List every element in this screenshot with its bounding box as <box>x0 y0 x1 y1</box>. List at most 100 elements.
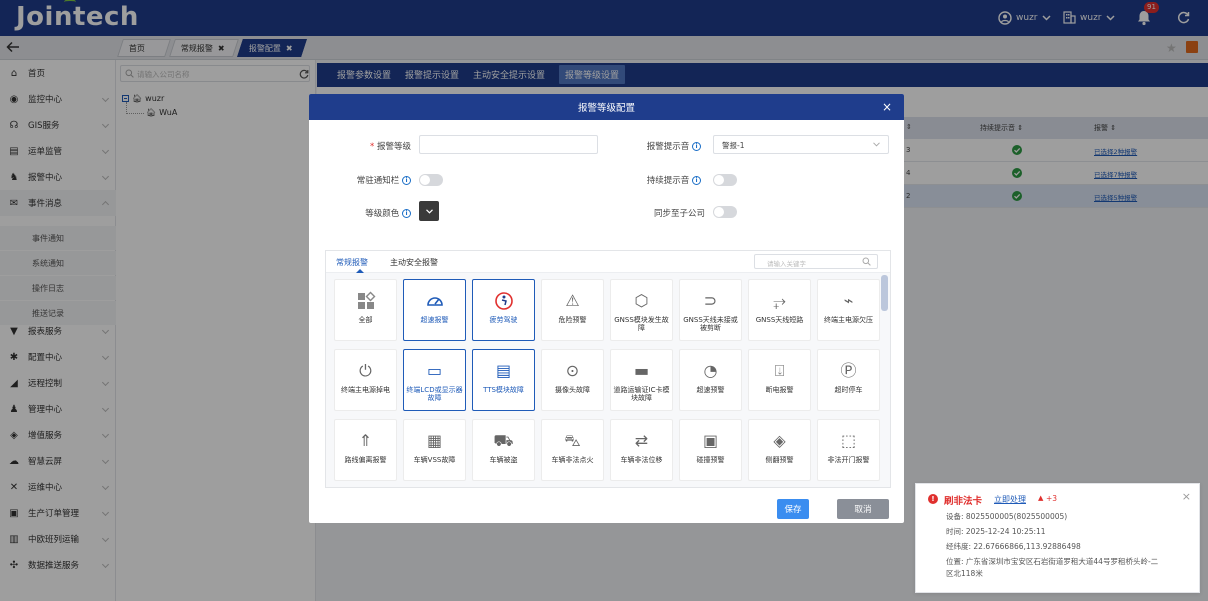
alarm-card-label: 车辆非法位移 <box>620 456 663 464</box>
sound-select[interactable]: 警报-1 <box>713 135 889 154</box>
collision-icon: ▣ <box>702 431 719 450</box>
alarm-card-label: GNSS天线短路 <box>755 316 804 324</box>
alarm-card-label: 超速预警 <box>696 386 725 394</box>
alarm-card[interactable]: ▭ 终端LCD或显示器故障 <box>403 349 466 411</box>
alarm-card[interactable]: ⊃ GNSS天线未接或被剪断 <box>679 279 742 341</box>
alarm-card-label: 超速报警 <box>420 316 449 324</box>
alarm-card[interactable]: 超速报警 <box>403 279 466 341</box>
alarm-card[interactable]: ⛟ 车辆被盗 <box>472 419 535 481</box>
modal-header: 报警等级配置 × <box>309 94 904 120</box>
close-button[interactable]: × <box>882 100 892 114</box>
alarm-card-label: TTS模块故障 <box>483 386 524 394</box>
alarm-card[interactable]: 全部 <box>334 279 397 341</box>
handle-now-link[interactable]: 立即处理 <box>994 494 1026 505</box>
save-button[interactable]: 保存 <box>777 499 809 519</box>
alarm-card[interactable]: ⛍ 车辆非法点火 <box>541 419 604 481</box>
info-icon[interactable]: i <box>402 176 411 185</box>
info-icon[interactable]: i <box>402 209 411 218</box>
panel-tabs: 常规报警 主动安全报警 请输入关键字 <box>326 251 890 273</box>
fatigue-icon <box>493 290 515 312</box>
sync-label-text: 同步至子公司 <box>653 209 705 219</box>
alarm-card-label: 全部 <box>358 316 373 324</box>
alarm-card[interactable]: ▬ 道路运输证IC卡模块故障 <box>610 349 673 411</box>
alarm-card[interactable]: ⚠ 危险预警 <box>541 279 604 341</box>
color-label-text: 等级颜色 <box>365 209 400 219</box>
alarm-level-modal: 报警等级配置 × * 报警等级 报警提示音 i 警报-1 常驻通知栏 i 持续提… <box>309 94 904 523</box>
parking-timeout-icon: Ⓟ <box>840 361 857 380</box>
continuous-field-label: 持续提示音 i <box>609 174 701 186</box>
alarm-card-label: 道路运输证IC卡模块故障 <box>613 386 670 402</box>
info-icon[interactable]: i <box>692 142 701 151</box>
danger-icon: ⚠ <box>565 291 580 310</box>
alarm-card[interactable]: ⌁ 终端主电源欠压 <box>817 279 880 341</box>
alarm-card-label: 摄像头故障 <box>555 386 590 394</box>
alarm-card-label: 车辆被盗 <box>489 456 518 464</box>
alarm-card-label: GNSS模块发生故障 <box>614 316 669 332</box>
antenna-short-icon: ⥅ <box>773 291 786 310</box>
level-label-text: 报警等级 <box>376 142 411 152</box>
location-line: 位置: 广东省深圳市宝安区石岩街道罗租大道44号罗租桥头岭-二 <box>946 557 1159 566</box>
panel-tab-regular[interactable]: 常规报警 <box>336 257 368 268</box>
lnglat-line: 经纬度: 22.67666866,113.92886498 <box>946 542 1081 551</box>
location-line-2: 区北118米 <box>946 569 983 578</box>
alarm-card[interactable]: ⍗ 断电报警 <box>748 349 811 411</box>
device-line: 设备: 8025500005(8025500005) <box>946 512 1068 521</box>
cancel-button[interactable]: 取消 <box>837 499 889 519</box>
alarm-card-label: 终端主电源掉电 <box>341 386 390 394</box>
resident-field-label: 常驻通知栏 i <box>329 174 411 186</box>
tts-fault-icon: ▤ <box>495 361 512 380</box>
alert-notification: ! 刷非法卡 立即处理 ▲ +3 × 设备: 8025500005(802550… <box>915 483 1200 593</box>
chevron-down-icon <box>425 208 433 214</box>
alarm-card[interactable]: ⇄ 车辆非法位移 <box>610 419 673 481</box>
alarm-card-label: 超时停车 <box>834 386 863 394</box>
panel-tab-active-safety[interactable]: 主动安全报警 <box>390 257 438 268</box>
door-open-icon: ⬚ <box>840 431 857 450</box>
alarm-card-label: 疲劳驾驶 <box>489 316 518 324</box>
alarm-card[interactable]: ▣ 碰撞预警 <box>679 419 742 481</box>
alarm-card[interactable]: ◔ 超速预警 <box>679 349 742 411</box>
continuous-toggle[interactable] <box>713 174 737 186</box>
sound-field-label: 报警提示音 i <box>609 140 701 152</box>
sync-field-label: 同步至子公司 <box>609 207 705 219</box>
alarm-card-label: 危险预警 <box>558 316 587 324</box>
vss-fault-icon: ▦ <box>426 431 443 450</box>
keyword-search-input[interactable]: 请输入关键字 <box>754 254 878 269</box>
info-icon[interactable]: i <box>692 176 701 185</box>
alarm-card-label: 车辆非法点火 <box>551 456 594 464</box>
alarm-card[interactable]: ▤ TTS模块故障 <box>472 349 535 411</box>
alarm-card-label: 非法开门报警 <box>827 456 870 464</box>
alarm-card-label: 车辆VSS故障 <box>413 456 456 464</box>
sound-label-text: 报警提示音 <box>646 142 690 152</box>
alarm-card[interactable]: ⥅ GNSS天线短路 <box>748 279 811 341</box>
alarm-card-label: 侧翻预警 <box>765 456 794 464</box>
illegal-move-icon: ⇄ <box>634 431 649 450</box>
alarm-type-panel: 常规报警 主动安全报警 请输入关键字 全部 超速报警 疲劳驾驶 ⚠ 危险预警 ⬡ GNSS模… <box>325 250 891 488</box>
plug-off-icon: ⍗ <box>774 361 785 380</box>
alarm-card[interactable]: ⬡ GNSS模块发生故障 <box>610 279 673 341</box>
alarm-card[interactable]: ◈ 侧翻预警 <box>748 419 811 481</box>
time-line: 时间: 2025-12-24 10:25:11 <box>946 527 1046 536</box>
color-field-label: 等级颜色 i <box>329 207 411 219</box>
alarm-card[interactable]: ▦ 车辆VSS故障 <box>403 419 466 481</box>
alarm-card[interactable]: 疲劳驾驶 <box>472 279 535 341</box>
color-picker[interactable] <box>419 201 439 221</box>
theft-icon: ⛟ <box>493 431 514 450</box>
level-input[interactable] <box>419 135 598 154</box>
sound-select-value: 警报-1 <box>722 141 745 150</box>
alarm-card[interactable]: ⏻ 终端主电源掉电 <box>334 349 397 411</box>
alarm-card[interactable]: Ⓟ 超时停车 <box>817 349 880 411</box>
resident-toggle[interactable] <box>419 174 443 186</box>
sync-toggle[interactable] <box>713 206 737 218</box>
alarm-card-label: 碰撞预警 <box>696 456 725 464</box>
alarm-card-label: 路线偏离报警 <box>344 456 387 464</box>
power-off-icon: ⏻ <box>359 361 372 380</box>
level-field-label: * 报警等级 <box>349 140 411 152</box>
notification-title: 刷非法卡 <box>944 496 983 507</box>
alarm-card[interactable]: ⊙ 摄像头故障 <box>541 349 604 411</box>
alarm-card[interactable]: ⬚ 非法开门报警 <box>817 419 880 481</box>
undervoltage-icon: ⌁ <box>843 291 854 310</box>
scrollbar-thumb[interactable] <box>881 275 888 311</box>
alarm-card[interactable]: ⇑ 路线偏离报警 <box>334 419 397 481</box>
close-button[interactable]: × <box>1182 490 1191 503</box>
speed-warning-icon: ◔ <box>703 361 718 380</box>
